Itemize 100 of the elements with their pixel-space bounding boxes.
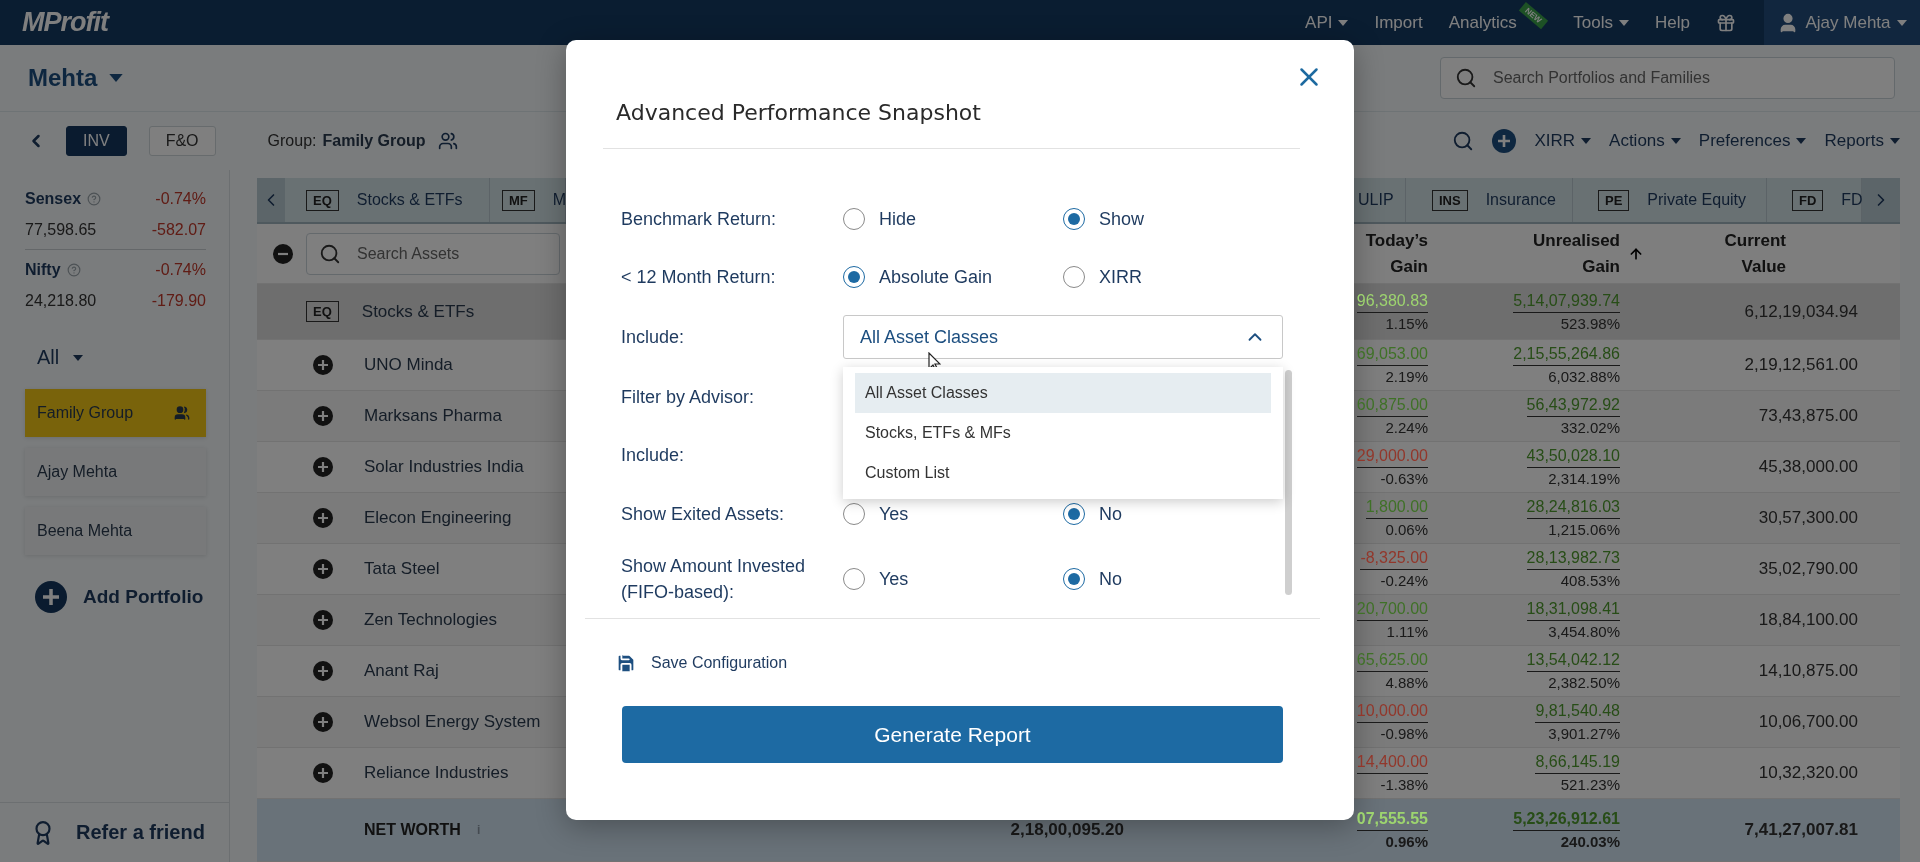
radio-option[interactable]: Yes (843, 503, 909, 525)
mode-toggle[interactable]: F&O (148, 126, 216, 156)
app-logo: MProfit (22, 7, 108, 38)
gain-value: 2,15,55,264.86 (1513, 342, 1620, 366)
portfolio-card[interactable]: Beena Mehta (25, 507, 206, 555)
gain-value: 28,24,816.03 (1526, 495, 1620, 519)
caret-icon (1796, 138, 1807, 144)
index-change-percent: -0.74% (155, 189, 206, 208)
nav-menu-item[interactable]: Help (1655, 12, 1690, 33)
expand-icon[interactable] (313, 661, 333, 681)
search-input[interactable]: Search Portfolios and Families (1491, 68, 1880, 88)
expand-icon[interactable] (313, 763, 333, 783)
field-label: < 12 Month Return: (621, 266, 777, 289)
scrollbar[interactable] (1285, 370, 1292, 595)
gain-value: 10,000.00 (1356, 699, 1428, 723)
current-value: 35,02,790.00 (1757, 558, 1858, 580)
group-label: Group: (267, 132, 317, 150)
tab-label: M (552, 191, 567, 209)
expand-icon[interactable] (313, 508, 333, 528)
gain-percent: 2,382.50% (1548, 673, 1620, 693)
expand-icon[interactable] (313, 712, 333, 732)
gain-percent: 0.96% (1385, 832, 1428, 852)
tab-label: FD (1841, 191, 1863, 209)
group-name: Family Group (322, 132, 426, 150)
radio-option[interactable]: Yes (843, 568, 909, 590)
search-icon[interactable] (1452, 130, 1475, 152)
gain-percent: 2.19% (1385, 367, 1428, 387)
expand-icon[interactable] (313, 406, 333, 426)
expand-icon[interactable] (313, 355, 333, 375)
gain-value: 07,555.55 (1356, 807, 1428, 831)
expand-icon[interactable] (313, 559, 333, 579)
nav-menu-item[interactable]: Import (1374, 12, 1423, 33)
radio-option[interactable]: Absolute Gain (843, 266, 993, 288)
column-header[interactable]: Unrealised Gain (1520, 227, 1620, 280)
column-header[interactable]: Today’s Gain (1354, 227, 1428, 280)
caret-icon (1581, 138, 1592, 144)
current-value: 14,10,875.00 (1757, 660, 1858, 682)
gain-percent: -0.24% (1380, 571, 1428, 591)
tab-label: Insurance (1485, 191, 1556, 209)
generate-report-button[interactable]: Generate Report (622, 706, 1283, 763)
menu-item[interactable]: Stocks, ETFs & MFs (855, 413, 1271, 453)
column-header[interactable]: Current Value (1716, 227, 1786, 280)
gain-value: -8,325.00 (1360, 546, 1428, 570)
toolbar-menu[interactable]: Actions (1609, 131, 1681, 151)
radio-option[interactable]: No (1063, 503, 1122, 525)
tab-label: Stocks & ETFs (356, 191, 463, 209)
save-configuration-link[interactable]: Save Configuration (615, 647, 788, 679)
menu-item[interactable]: All Asset Classes (855, 373, 1271, 413)
refer-link[interactable]: Refer a friend (30, 819, 205, 846)
expand-icon[interactable] (313, 457, 333, 477)
radio-option[interactable]: Hide (843, 208, 917, 230)
asset-code-tag: PE (1598, 189, 1630, 211)
gain-percent: 408.53% (1560, 571, 1620, 591)
asset-class-tab[interactable]: INS Insurance (1406, 178, 1573, 222)
expand-icon[interactable] (313, 610, 333, 630)
net-worth-label: NET WORTH (364, 821, 461, 839)
field-label: Show Exited Assets: (621, 503, 786, 526)
portfolio-name: Family Group (37, 404, 134, 422)
gift-icon[interactable] (1716, 12, 1736, 33)
current-value: 2,19,12,561.00 (1743, 354, 1858, 376)
portfolio-card[interactable]: Family Group (25, 389, 206, 437)
tab-label: Private Equity (1647, 191, 1747, 209)
nav-menu-item[interactable]: API (1305, 12, 1349, 33)
caret-icon (1896, 19, 1907, 26)
index-value: 24,218.80 (25, 291, 97, 310)
gain-percent: -0.63% (1380, 469, 1428, 489)
asset-class-tab[interactable]: PE Private Equity (1573, 178, 1767, 222)
nav-menu-item[interactable]: Tools (1573, 12, 1630, 33)
current-value: 18,84,100.00 (1757, 609, 1858, 631)
toolbar-menu[interactable]: Reports (1824, 131, 1900, 151)
portfolio-filter[interactable]: All (37, 346, 84, 369)
radio-option[interactable]: No (1063, 568, 1122, 590)
gain-value: 14,400.00 (1356, 750, 1428, 774)
menu-item[interactable]: Custom List (855, 453, 1271, 493)
asset-class-tab[interactable]: EQ Stocks & ETFs (285, 178, 490, 222)
gain-value: 20,700.00 (1356, 597, 1428, 621)
toolbar-menu[interactable]: XIRR (1534, 131, 1592, 151)
radio-option[interactable]: XIRR (1063, 266, 1142, 288)
gain-percent: 2,314.19% (1548, 469, 1620, 489)
toolbar-menu[interactable]: Preferences (1698, 131, 1807, 151)
index-name: Sensex (25, 189, 82, 208)
tab-label: ULIP (1358, 191, 1394, 209)
search-icon (1455, 67, 1477, 89)
asset-code-tag: INS (1432, 189, 1468, 211)
add-portfolio-button[interactable]: Add Portfolio (35, 581, 204, 613)
collapse-all-icon[interactable] (273, 243, 293, 264)
current-value: 7,41,27,007.81 (1743, 819, 1858, 841)
radio-option[interactable]: Show (1063, 208, 1145, 230)
portfolio-card[interactable]: Ajay Mehta (25, 448, 206, 496)
add-circle-icon[interactable] (1492, 129, 1517, 153)
portfolio-name: Ajay Mehta (37, 463, 118, 481)
asset-search-field[interactable]: Search Assets (306, 232, 560, 275)
field-label: Filter by Advisor: (621, 386, 756, 409)
family-selector[interactable]: Mehta (28, 64, 124, 92)
field-label: Benchmark Return: (621, 208, 778, 231)
user-menu[interactable]: Ajay Mehta (1764, 0, 1920, 45)
gain-percent: 3,901.27% (1548, 724, 1620, 744)
search-field[interactable]: Search Portfolios and Families (1440, 57, 1895, 99)
nav-menu-item[interactable]: Analytics (1448, 12, 1517, 33)
mode-toggle[interactable]: INV (66, 126, 127, 156)
